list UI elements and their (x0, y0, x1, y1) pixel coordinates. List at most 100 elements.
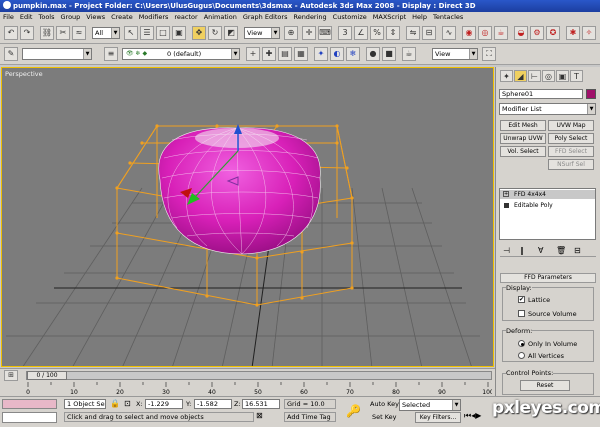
pivot-center-icon[interactable]: ⊕ (284, 26, 298, 40)
lattice-checkbox[interactable]: ✔ (518, 296, 525, 303)
create-layer-icon[interactable]: + (246, 47, 260, 61)
time-slider[interactable]: 0 / 100 (26, 371, 492, 380)
render-frame-icon[interactable]: ◒ (514, 26, 528, 40)
object-name-field[interactable]: Sphere01 (499, 89, 583, 99)
select-scale-icon[interactable]: ◩ (224, 26, 238, 40)
undo-icon[interactable]: ↶ (4, 26, 18, 40)
stack-item-editable-poly[interactable]: Editable Poly (500, 201, 595, 210)
named-selection-select[interactable]: ▼ (22, 48, 92, 60)
schematic-view-icon[interactable]: ◎ (478, 26, 492, 40)
maxscript-listener-mini[interactable] (2, 399, 57, 409)
absolute-mode-icon[interactable]: ⊡ (124, 399, 131, 408)
source-volume-checkbox[interactable] (518, 310, 525, 317)
only-in-volume-radio[interactable] (518, 340, 525, 347)
snaps-toggle-icon[interactable]: 3 (338, 26, 352, 40)
view-select[interactable]: View ▼ (432, 48, 478, 60)
quick-render-icon[interactable]: ⚙ (530, 26, 544, 40)
mirror-icon[interactable]: ⇋ (406, 26, 420, 40)
ffd-parameters-rollout[interactable]: FFD Parameters (500, 273, 596, 283)
selection-filter-select[interactable]: All ▼ (92, 27, 120, 39)
display-tab-icon[interactable]: ▣ (556, 70, 569, 82)
teapot-icon[interactable]: ☕ (402, 47, 416, 61)
box-tool-icon[interactable]: ■ (382, 47, 396, 61)
select-link-icon[interactable]: ⛓ (40, 26, 54, 40)
nsurf-sel-button[interactable]: NSurf Sel (548, 159, 594, 170)
menu-rendering[interactable]: Rendering (290, 13, 329, 21)
hide-icon[interactable]: ◐ (330, 47, 344, 61)
isolate-icon[interactable]: ✦ (314, 47, 328, 61)
add-to-layer-icon[interactable]: ✚ (262, 47, 276, 61)
play-icon[interactable]: ▶ (475, 411, 481, 420)
render-last-icon[interactable]: ✪ (546, 26, 560, 40)
menu-group[interactable]: Group (58, 13, 84, 21)
redo-icon[interactable]: ↷ (20, 26, 34, 40)
menu-views[interactable]: Views (83, 13, 108, 21)
key-filters-button[interactable]: Key Filters... (415, 412, 461, 423)
rect-selection-icon[interactable]: □ (156, 26, 170, 40)
named-selection-icon[interactable]: ✎ (4, 47, 18, 61)
object-color-swatch[interactable] (586, 89, 596, 99)
modifier-list-select[interactable]: Modifier List ▼ (499, 103, 596, 115)
reset-button[interactable]: Reset (520, 380, 570, 391)
utilities-tab-icon[interactable]: T (570, 70, 583, 82)
spinner-snap-icon[interactable]: ⇕ (386, 26, 400, 40)
menu-reactor[interactable]: reactor (171, 13, 200, 21)
render-production-icon[interactable]: ⛶ (482, 47, 496, 61)
stack-item-ffd[interactable]: FFD 4x4x4 (500, 190, 595, 199)
curve-editor-icon[interactable]: ∿ (442, 26, 456, 40)
menu-tools[interactable]: Tools (35, 13, 57, 21)
menu-file[interactable]: File (0, 13, 17, 21)
menu-help[interactable]: Help (409, 13, 430, 21)
freeze-icon[interactable]: ❄ (346, 47, 360, 61)
create-tab-icon[interactable]: ✦ (500, 70, 513, 82)
percent-snap-icon[interactable]: % (370, 26, 384, 40)
menu-animation[interactable]: Animation (201, 13, 240, 21)
set-key-button[interactable]: Set Key (372, 413, 397, 421)
ffd-select-button[interactable]: FFD Select (548, 146, 594, 157)
render-setup-icon[interactable]: ☕ (494, 26, 508, 40)
poly-select-button[interactable]: Poly Select (548, 133, 594, 144)
menu-graph-editors[interactable]: Graph Editors (240, 13, 291, 21)
select-move-icon[interactable]: ✥ (192, 26, 206, 40)
select-rotate-icon[interactable]: ↻ (208, 26, 222, 40)
set-key-icon[interactable]: 🔑 (346, 404, 361, 418)
hierarchy-tab-icon[interactable]: ⊢ (528, 70, 541, 82)
show-end-result-icon[interactable]: ‖ (520, 246, 524, 255)
set-current-layer-icon[interactable]: ▦ (294, 47, 308, 61)
unlink-icon[interactable]: ✂ (56, 26, 70, 40)
modify-tab-icon[interactable]: ◢ (514, 70, 527, 82)
perspective-viewport[interactable]: Perspective (1, 67, 494, 367)
all-vertices-radio[interactable] (518, 352, 525, 359)
app-icon[interactable] (3, 1, 11, 9)
select-in-layer-icon[interactable]: ▤ (278, 47, 292, 61)
uvw-map-button[interactable]: UVW Map (548, 120, 594, 131)
make-unique-icon[interactable]: ∀ (538, 246, 543, 255)
menu-modifiers[interactable]: Modifiers (136, 13, 172, 21)
auto-key-select[interactable]: Selected ▼ (399, 399, 461, 411)
configure-sets-icon[interactable]: ⊟ (574, 246, 581, 255)
menu-create[interactable]: Create (108, 13, 136, 21)
open-track-bar-icon[interactable]: ⊞ (4, 370, 18, 381)
window-crossing-icon[interactable]: ▣ (172, 26, 186, 40)
activeshade-icon[interactable]: ✧ (582, 26, 596, 40)
x-coordinate-field[interactable]: -1.229 (145, 399, 183, 409)
bind-spacewarp-icon[interactable]: ≈ (72, 26, 86, 40)
lock-selection-icon[interactable]: 🔒 (110, 399, 120, 408)
angle-snap-icon[interactable]: ∠ (354, 26, 368, 40)
sphere-tool-icon[interactable]: ● (366, 47, 380, 61)
material-editor-icon[interactable]: ◉ (462, 26, 476, 40)
ref-coord-select[interactable]: View ▼ (244, 27, 280, 39)
render-iterative-icon[interactable]: ✱ (566, 26, 580, 40)
time-slider-thumb[interactable]: 0 / 100 (27, 371, 67, 380)
vol-select-button[interactable]: Vol. Select (500, 146, 546, 157)
edit-mesh-button[interactable]: Edit Mesh (500, 120, 546, 131)
expand-icon[interactable]: + (503, 191, 509, 197)
auto-key-button[interactable]: Auto Key (370, 400, 399, 408)
menu-edit[interactable]: Edit (17, 13, 36, 21)
time-tag-icon[interactable]: ⊠ (256, 411, 263, 420)
menu-maxscript[interactable]: MAXScript (370, 13, 409, 21)
menu-customize[interactable]: Customize (330, 13, 370, 21)
sphere01-mesh[interactable] (158, 127, 321, 255)
menu-tentacles[interactable]: Tentacles (430, 13, 466, 21)
layer-manager-icon[interactable]: ≡ (104, 47, 118, 61)
